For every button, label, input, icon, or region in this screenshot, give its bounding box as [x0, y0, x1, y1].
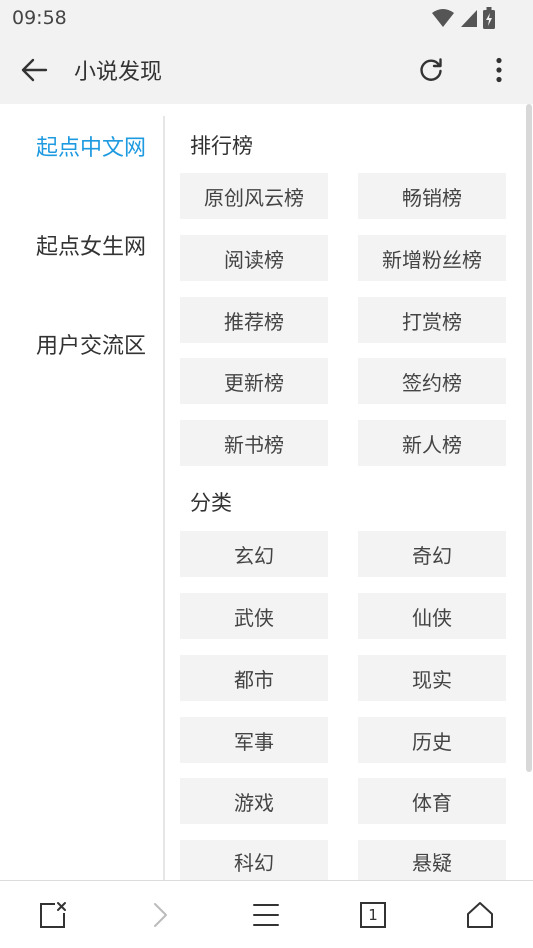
- category-button[interactable]: 奇幻: [358, 531, 506, 577]
- category-button[interactable]: 现实: [358, 655, 506, 701]
- scrollbar[interactable]: [526, 104, 532, 772]
- ranking-button[interactable]: 新增粉丝榜: [358, 235, 506, 281]
- home-button[interactable]: [458, 895, 502, 935]
- more-options-button[interactable]: [480, 51, 518, 89]
- tabs-button[interactable]: 1: [351, 895, 395, 935]
- category-button[interactable]: 军事: [180, 717, 328, 763]
- category-button[interactable]: 体育: [358, 778, 506, 824]
- wifi-icon: [431, 8, 455, 32]
- ranking-button[interactable]: 推荐榜: [180, 297, 328, 343]
- bottom-toolbar: 1: [0, 880, 533, 948]
- arrow-left-icon: [21, 58, 48, 82]
- refresh-button[interactable]: [412, 51, 450, 89]
- ranking-section-title: 排行榜: [190, 134, 253, 158]
- ranking-button[interactable]: 新书榜: [180, 420, 328, 466]
- nav-divider: [163, 116, 165, 880]
- ranking-button[interactable]: 原创风云榜: [180, 173, 328, 219]
- category-button[interactable]: 都市: [180, 655, 328, 701]
- left-nav: [0, 104, 164, 880]
- category-button[interactable]: 游戏: [180, 778, 328, 824]
- category-button[interactable]: 历史: [358, 717, 506, 763]
- menu-button[interactable]: [244, 895, 288, 935]
- status-icons: [431, 7, 495, 33]
- forward-button[interactable]: [138, 895, 182, 935]
- signal-icon: [459, 8, 479, 32]
- nav-item-qidian-female[interactable]: 起点女生网: [36, 231, 146, 265]
- ranking-button[interactable]: 更新榜: [180, 358, 328, 404]
- close-page-button[interactable]: [31, 895, 75, 935]
- more-vertical-icon: [496, 57, 502, 83]
- home-icon: [467, 902, 493, 928]
- battery-charging-icon: [483, 7, 495, 33]
- status-time: 09:58: [12, 7, 67, 29]
- nav-item-qidian-chinese[interactable]: 起点中文网: [36, 132, 146, 166]
- category-button[interactable]: 武侠: [180, 593, 328, 639]
- category-button[interactable]: 科幻: [180, 840, 328, 880]
- refresh-icon: [420, 58, 442, 81]
- ranking-button[interactable]: 打赏榜: [358, 297, 506, 343]
- nav-item-user-forum[interactable]: 用户交流区: [36, 330, 146, 364]
- ranking-button[interactable]: 畅销榜: [358, 173, 506, 219]
- close-page-icon: [40, 902, 66, 928]
- app-bar: 小说发现: [0, 36, 533, 104]
- ranking-button[interactable]: 新人榜: [358, 420, 506, 466]
- category-button[interactable]: 玄幻: [180, 531, 328, 577]
- ranking-button[interactable]: 签约榜: [358, 358, 506, 404]
- category-section-title: 分类: [190, 491, 232, 515]
- back-button[interactable]: [14, 52, 54, 88]
- status-bar: 09:58: [0, 0, 533, 36]
- tab-count: 1: [368, 906, 378, 924]
- page-title: 小说发现: [74, 60, 163, 85]
- category-button[interactable]: 悬疑: [358, 840, 506, 880]
- category-button[interactable]: 仙侠: [358, 593, 506, 639]
- menu-icon: [253, 904, 279, 926]
- chevron-right-icon: [154, 903, 167, 927]
- ranking-button[interactable]: 阅读榜: [180, 235, 328, 281]
